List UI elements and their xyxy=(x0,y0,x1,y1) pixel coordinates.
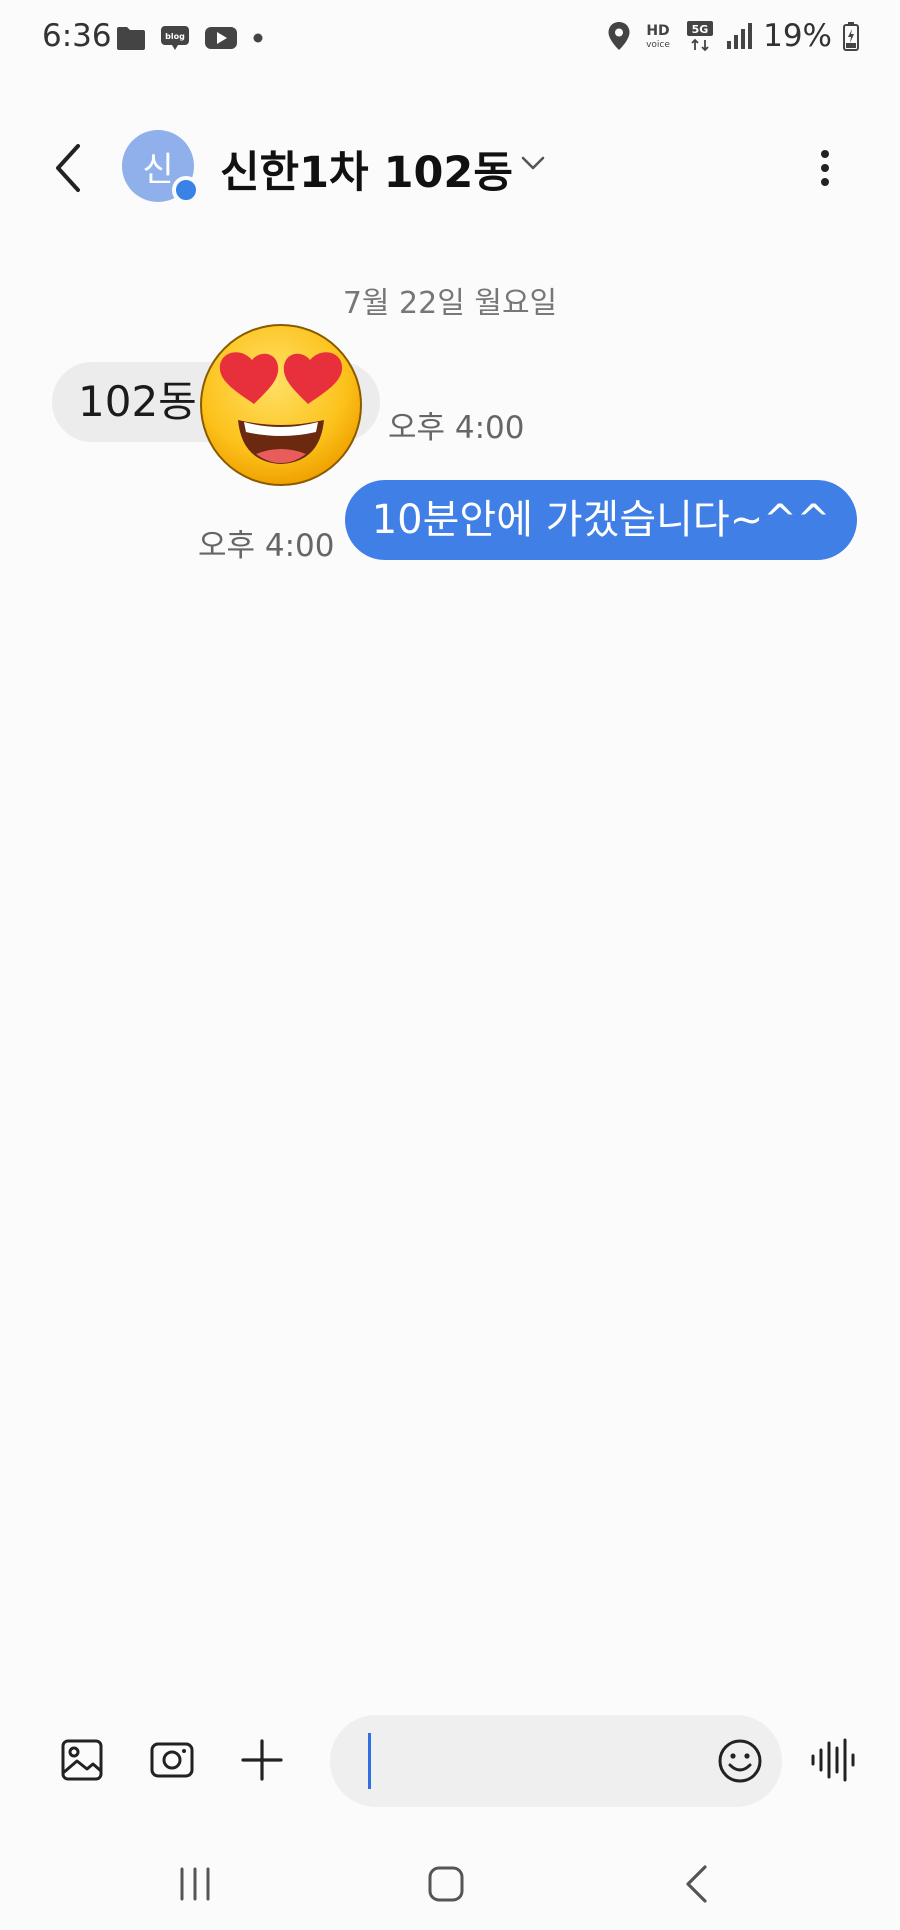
outgoing-message-bubble[interactable]: 10분안에 가겠습니다~^^ xyxy=(345,480,857,560)
hd-voice-icon: HD voice xyxy=(646,23,670,50)
5g-icon: 5G xyxy=(687,21,714,52)
voice-wave-icon[interactable] xyxy=(808,1735,860,1785)
notification-icons: blog xyxy=(116,24,264,52)
back-button[interactable] xyxy=(44,140,94,196)
youtube-icon xyxy=(205,27,237,49)
network-label: 5G xyxy=(692,23,709,36)
system-nav-bar xyxy=(0,1845,900,1930)
battery-charging-icon xyxy=(843,22,859,51)
more-options-icon[interactable] xyxy=(805,146,845,190)
chevron-down-icon[interactable] xyxy=(518,148,548,178)
system-status-icons: HD voice 5G 19% xyxy=(607,18,860,54)
emoji-icon[interactable] xyxy=(716,1737,764,1785)
dot-icon xyxy=(253,33,263,43)
outgoing-message-text: 10분안에 가겠습니다~^^ xyxy=(371,497,831,543)
incoming-message-text: 102동 xyxy=(78,377,197,426)
recent-apps-icon[interactable] xyxy=(170,1859,220,1909)
text-caret xyxy=(368,1733,371,1789)
status-bar: 6:36 blog HD voice 5G 19% xyxy=(0,0,900,78)
hd-label: HD xyxy=(646,23,669,39)
message-composer xyxy=(0,1705,900,1815)
avatar-badge-icon xyxy=(172,176,200,204)
plus-icon[interactable] xyxy=(237,1735,287,1785)
voice-label: voice xyxy=(646,40,670,50)
signal-icon xyxy=(727,23,753,49)
battery-percent: 19% xyxy=(763,18,832,54)
folder-icon xyxy=(117,27,145,50)
camera-icon[interactable] xyxy=(147,1735,197,1785)
outgoing-message-time: 오후 4:00 xyxy=(198,528,335,564)
home-icon[interactable] xyxy=(421,1859,471,1909)
blog-icon-label: blog xyxy=(165,32,185,41)
avatar-initial: 신 xyxy=(142,149,174,190)
heart-eyes-emoji-icon xyxy=(200,324,362,486)
contact-name[interactable]: 신한1차 102동 xyxy=(220,138,513,200)
conversation-header: 신 신한1차 102동 xyxy=(0,110,900,222)
incoming-message-time: 오후 4:00 xyxy=(388,410,525,446)
gallery-icon[interactable] xyxy=(57,1735,107,1785)
location-icon xyxy=(608,22,630,50)
date-divider: 7월 22일 월요일 xyxy=(342,286,558,321)
message-input[interactable] xyxy=(330,1715,782,1807)
messages-screen: 6:36 blog HD voice 5G 19% 신 신한1차 102동 7월… xyxy=(0,0,900,1930)
status-time: 6:36 xyxy=(42,18,112,54)
blog-icon: blog xyxy=(161,26,189,50)
nav-back-icon[interactable] xyxy=(673,1859,723,1909)
